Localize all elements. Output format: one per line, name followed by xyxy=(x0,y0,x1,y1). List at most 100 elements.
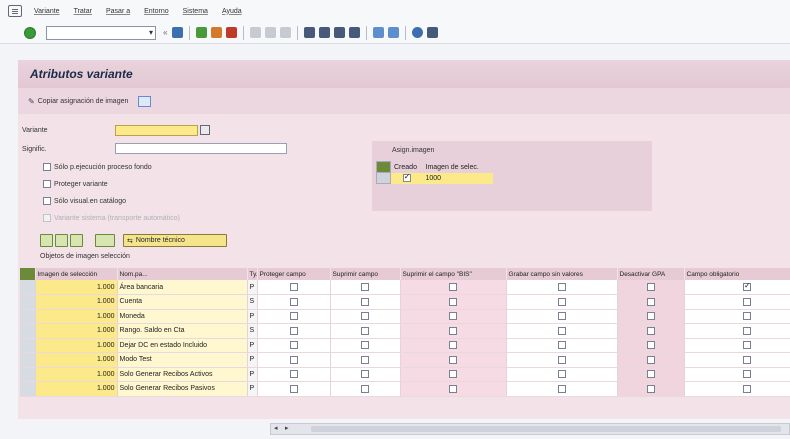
info-icon[interactable] xyxy=(138,95,152,107)
disable-gpa-checkbox[interactable] xyxy=(646,370,655,379)
col-header-hide[interactable]: Suprimir campo xyxy=(330,268,401,280)
scrollbar-thumb[interactable] xyxy=(311,426,781,432)
param-name-cell[interactable]: Rango. Saldo en Cta xyxy=(117,323,248,339)
first-page-icon[interactable] xyxy=(304,27,316,38)
save-empty-checkbox[interactable] xyxy=(557,283,566,291)
row-selector[interactable] xyxy=(20,381,36,397)
protect-checkbox[interactable] xyxy=(289,283,298,291)
last-page-icon[interactable] xyxy=(349,27,361,38)
required-checkbox[interactable] xyxy=(743,341,751,350)
disable-gpa-checkbox[interactable] xyxy=(646,326,655,335)
required-checkbox[interactable] xyxy=(743,281,751,291)
row-selector[interactable] xyxy=(376,172,391,184)
hide-bis-checkbox[interactable] xyxy=(449,370,457,379)
col-header-disable-gpa[interactable]: Desactivar GPA xyxy=(617,268,685,280)
hide-checkbox[interactable] xyxy=(361,297,369,306)
row-selector[interactable] xyxy=(20,367,36,382)
selection-image-cell[interactable]: 1.000 xyxy=(35,280,118,295)
save-empty-checkbox[interactable] xyxy=(557,341,566,350)
menu-sistema[interactable]: Sistema xyxy=(183,8,208,15)
save-empty-checkbox[interactable] xyxy=(557,370,566,379)
select-all-icon[interactable] xyxy=(376,161,391,173)
protect-checkbox[interactable] xyxy=(289,370,298,379)
param-name-cell[interactable]: Solo Generar Recibos Activos xyxy=(117,367,248,382)
table-row[interactable]: 1.000 Área bancaria P xyxy=(20,280,790,295)
save-empty-checkbox[interactable] xyxy=(557,326,566,335)
selection-image-cell[interactable]: 1.000 xyxy=(35,338,118,353)
disable-gpa-checkbox[interactable] xyxy=(646,283,655,291)
menu-variante[interactable]: Variante xyxy=(34,8,60,15)
table-row[interactable]: 1.000 Rango. Saldo en Cta S xyxy=(20,323,790,339)
protect-checkbox[interactable] xyxy=(289,355,298,364)
scroll-left-icon[interactable]: ◂ xyxy=(274,424,278,432)
menu-ayuda[interactable]: Ayuda xyxy=(222,8,242,15)
cancel-icon[interactable] xyxy=(226,27,238,38)
hide-checkbox[interactable] xyxy=(361,384,369,393)
new-session-icon[interactable] xyxy=(373,27,385,38)
previous-page-icon[interactable] xyxy=(319,27,331,38)
save-icon[interactable] xyxy=(172,27,184,38)
hide-bis-checkbox[interactable] xyxy=(449,355,457,364)
col-header-hide-bis[interactable]: Suprimir el campo "BIS" xyxy=(400,268,507,280)
variante-input[interactable] xyxy=(115,125,198,136)
selection-image-cell[interactable]: 1.000 xyxy=(35,309,118,324)
save-empty-checkbox[interactable] xyxy=(557,355,566,364)
disable-gpa-checkbox[interactable] xyxy=(646,341,655,350)
checkbox[interactable] xyxy=(43,197,51,205)
layout-menu-icon[interactable] xyxy=(427,27,439,38)
col-header-selection-image[interactable]: Imagen de selección xyxy=(35,268,118,280)
help-icon[interactable] xyxy=(412,27,424,38)
required-checkbox[interactable] xyxy=(743,312,751,321)
hide-checkbox[interactable] xyxy=(361,283,369,291)
hide-checkbox[interactable] xyxy=(361,326,369,335)
table-row[interactable]: 1.000 Dejar DC en estado Incluido P xyxy=(20,338,790,353)
selection-image-cell[interactable]: 1.000 xyxy=(35,381,118,397)
selection-image-cell[interactable]: 1.000 xyxy=(35,352,118,368)
col-header-type[interactable]: Ty. xyxy=(247,268,258,280)
param-name-cell[interactable]: Solo Generar Recibos Pasivos xyxy=(117,381,248,397)
col-header-save-empty[interactable]: Grabar campo sin valores xyxy=(506,268,618,280)
param-name-cell[interactable]: Moneda xyxy=(117,309,248,324)
row-selector[interactable] xyxy=(20,309,36,324)
selection-image-cell[interactable]: 1.000 xyxy=(35,323,118,339)
required-checkbox[interactable] xyxy=(743,370,751,379)
protect-checkbox[interactable] xyxy=(289,312,298,321)
next-page-icon[interactable] xyxy=(334,27,346,38)
hide-checkbox[interactable] xyxy=(361,355,369,364)
disable-gpa-checkbox[interactable] xyxy=(646,384,655,393)
menu-entorno[interactable]: Entorno xyxy=(144,8,169,15)
command-field[interactable] xyxy=(46,25,156,40)
exit-icon[interactable] xyxy=(211,27,223,38)
col-header-protect[interactable]: Proteger campo xyxy=(257,268,331,280)
option-background-only[interactable]: Sólo p.ejecución proceso fondo xyxy=(43,163,152,171)
row-selector[interactable] xyxy=(20,338,36,353)
param-name-cell[interactable]: Dejar DC en estado Incluido xyxy=(117,338,248,353)
table-row[interactable]: 1.000 Modo Test P xyxy=(20,352,790,368)
col-header-param-name[interactable]: Nom.pa... xyxy=(117,268,248,280)
menu-icon[interactable] xyxy=(8,5,22,17)
created-checkbox[interactable] xyxy=(402,172,411,182)
hide-checkbox[interactable] xyxy=(361,312,369,321)
table-row[interactable]: 1.000 Cuenta S xyxy=(20,294,790,310)
details-icon[interactable] xyxy=(70,234,83,247)
param-name-cell[interactable]: Área bancaria xyxy=(117,280,248,295)
option-catalog-only[interactable]: Sólo visual.en catálogo xyxy=(43,197,126,205)
enter-icon[interactable] xyxy=(24,26,36,39)
param-name-cell[interactable]: Cuenta xyxy=(117,294,248,310)
disable-gpa-checkbox[interactable] xyxy=(646,312,655,321)
hide-bis-checkbox[interactable] xyxy=(449,326,457,335)
required-checkbox[interactable] xyxy=(743,297,751,306)
save-empty-checkbox[interactable] xyxy=(557,384,566,393)
row-selector[interactable] xyxy=(20,352,36,368)
value-help-icon[interactable] xyxy=(200,125,210,135)
checkbox[interactable] xyxy=(43,180,51,188)
param-name-cell[interactable]: Modo Test xyxy=(117,352,248,368)
copy-image-assignment-button[interactable]: Copiar asignación de imagen xyxy=(38,98,129,105)
required-checkbox[interactable] xyxy=(743,326,751,335)
save-empty-checkbox[interactable] xyxy=(557,312,566,321)
signific-input[interactable] xyxy=(115,143,287,154)
save-empty-checkbox[interactable] xyxy=(557,297,566,306)
col-header-required[interactable]: Campo obligatorio xyxy=(684,268,790,280)
protect-checkbox[interactable] xyxy=(289,297,298,306)
checkbox[interactable] xyxy=(43,163,51,171)
